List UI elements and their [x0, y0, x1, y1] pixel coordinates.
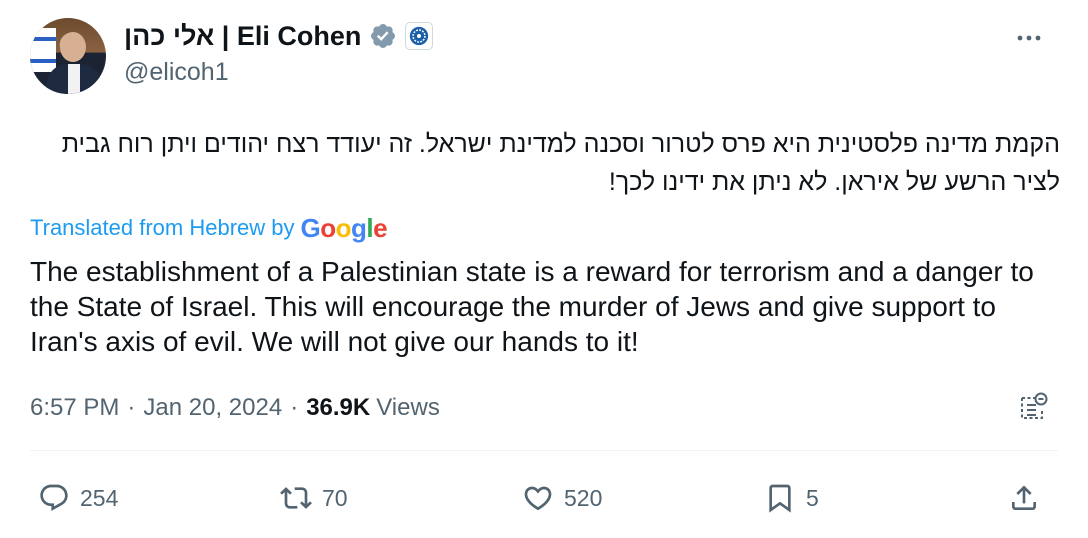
- repost-button[interactable]: 70: [280, 476, 348, 520]
- government-affiliate-icon[interactable]: [405, 22, 434, 50]
- verified-badge-icon[interactable]: [369, 22, 397, 50]
- author-display-name[interactable]: אלי כהן | Eli Cohen: [124, 21, 361, 52]
- author-name-row: אלי כהן | Eli Cohen: [124, 18, 434, 54]
- views-label: Views: [376, 394, 440, 421]
- google-logo: Google: [300, 212, 388, 243]
- post-analytics-icon[interactable]: [1016, 390, 1050, 424]
- repost-icon: [280, 487, 312, 509]
- meta-separator: ·: [127, 394, 136, 421]
- more-options-icon[interactable]: [1016, 28, 1042, 48]
- translation-attribution[interactable]: Translated from Hebrew by Google: [30, 212, 388, 244]
- like-button[interactable]: 520: [522, 476, 602, 520]
- share-icon: [1012, 485, 1036, 510]
- author-handle[interactable]: @elicoh1: [124, 58, 229, 87]
- share-button[interactable]: [1008, 476, 1040, 520]
- meta-separator: ·: [290, 394, 299, 421]
- repost-count: 70: [322, 484, 348, 511]
- tweet-time[interactable]: 6:57 PM: [30, 394, 119, 422]
- heart-icon: [524, 486, 552, 511]
- views-count: 36.9K: [306, 394, 371, 421]
- tweet-original-text: הקמת מדינה פלסטינית היא פרס לטרור וסכנה …: [61, 130, 1060, 196]
- tweet-translated-text: The establishment of a Palestinian state…: [30, 256, 1034, 357]
- tweet-card: אלי כהן | Eli Cohen @elicoh1 הקמת מדינה …: [0, 0, 1088, 538]
- flag-graphic: [30, 28, 56, 72]
- reply-icon: [40, 484, 68, 511]
- reply-button[interactable]: 254: [38, 476, 118, 520]
- avatar[interactable]: [30, 18, 106, 94]
- bookmark-icon: [769, 484, 791, 513]
- tweet-date[interactable]: Jan 20, 2024: [143, 394, 282, 422]
- bookmark-button[interactable]: 5: [764, 476, 819, 520]
- tweet-metadata: 6:57 PM · Jan 20, 2024 · 36.9K Views: [30, 392, 440, 424]
- divider: [30, 450, 1058, 451]
- like-count: 520: [564, 484, 603, 511]
- translated-label: Translated from Hebrew by: [30, 215, 295, 240]
- action-bar: 254 70 520 5: [0, 476, 1088, 520]
- bookmark-count: 5: [806, 484, 819, 511]
- reply-count: 254: [80, 484, 119, 511]
